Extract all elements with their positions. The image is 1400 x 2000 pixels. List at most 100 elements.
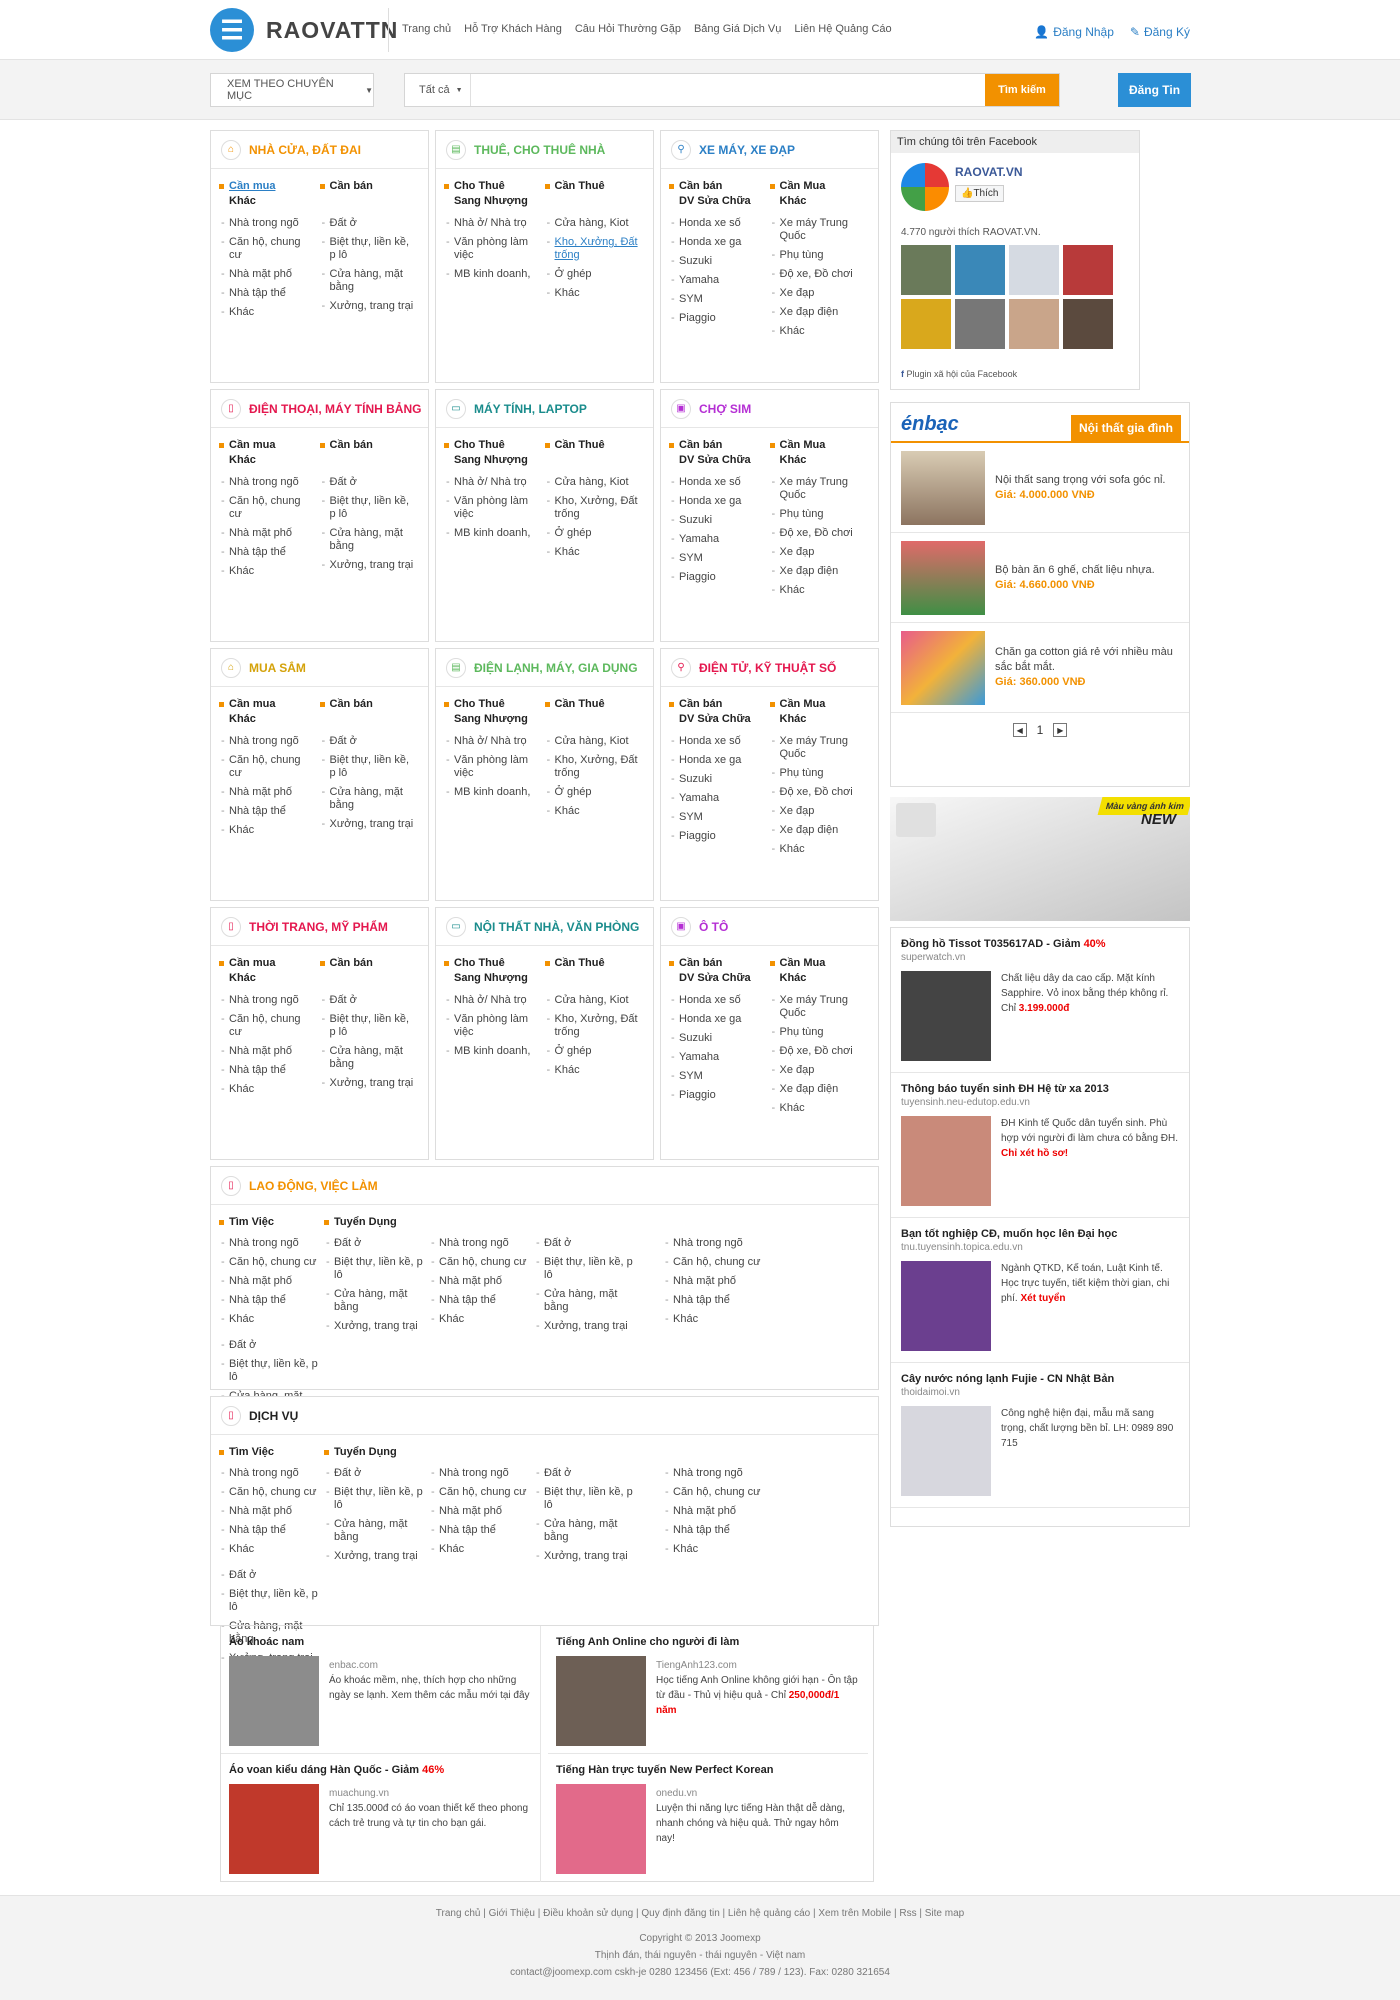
category-link[interactable]: Nhà mặt phố xyxy=(429,1505,528,1518)
next-arrow-icon[interactable]: ▶ xyxy=(1053,723,1068,737)
category-subhead[interactable]: Cần Mua xyxy=(770,177,865,195)
category-link[interactable]: Khác xyxy=(219,306,314,319)
category-link[interactable]: Xe máy Trung Quốc xyxy=(770,735,865,761)
category-title[interactable]: THUÊ, CHO THUÊ NHÀ xyxy=(474,143,605,157)
category-link[interactable]: Cửa hàng, mặt bằng xyxy=(534,1288,633,1314)
product-item[interactable]: Bộ bàn ăn 6 ghế, chất liệu nhựa. Giá: 4.6… xyxy=(891,533,1189,623)
avatar[interactable] xyxy=(955,245,1005,295)
category-link[interactable]: Khác xyxy=(219,565,314,578)
category-link[interactable]: MB kinh doanh, xyxy=(444,527,539,540)
category-link[interactable]: Xưởng, trang trại xyxy=(324,1550,423,1563)
footer-links[interactable]: Trang chủ | Giới Thiệu | Điều khoản sử d… xyxy=(0,1908,1400,1919)
category-link[interactable]: Xe đạp xyxy=(770,1064,865,1077)
ad-url[interactable]: TiengAnh123.com xyxy=(656,1658,860,1673)
category-link[interactable]: Ở ghép xyxy=(545,527,640,540)
category-link[interactable]: Xưởng, trang trại xyxy=(324,1320,423,1333)
product-image[interactable] xyxy=(901,630,985,705)
category-link[interactable]: Yamaha xyxy=(669,1051,764,1064)
category-link[interactable]: Xe đạp điện xyxy=(770,824,865,837)
category-subhead[interactable]: Cho Thuê xyxy=(444,177,539,195)
ad-url[interactable]: tnu.tuyensinh.topica.edu.vn xyxy=(901,1242,1179,1253)
ad-title[interactable]: Cây nước nóng lạnh Fujie - CN Nhật Bản xyxy=(901,1373,1179,1385)
product-name[interactable]: Bộ bàn ăn 6 ghế, chất liệu nhựa. xyxy=(995,563,1155,578)
category-link[interactable]: Biệt thự, liền kề, p lô xyxy=(320,1013,415,1039)
category-subhead[interactable]: Cần bán xyxy=(320,954,415,972)
avatar[interactable] xyxy=(1063,245,1113,295)
category-link[interactable]: Nhà mặt phố xyxy=(663,1505,762,1518)
category-subhead[interactable]: Cần Mua xyxy=(770,436,865,454)
category-link[interactable]: Văn phòng làm việc xyxy=(444,754,539,780)
category-subhead[interactable]: DV Sửa Chữa xyxy=(669,972,764,988)
category-link[interactable]: Độ xe, Đồ chơi xyxy=(770,786,865,799)
category-link[interactable]: Suzuki xyxy=(669,255,764,268)
category-link[interactable]: Biệt thự, liền kề, p lô xyxy=(534,1486,633,1512)
post-ad-button[interactable]: Đăng Tin xyxy=(1118,73,1191,107)
category-link[interactable]: Xưởng, trang trại xyxy=(320,1077,415,1090)
category-link[interactable]: Nhà trong ngõ xyxy=(219,1467,318,1480)
ad-title[interactable]: Áo voan kiểu dáng Hàn Quốc - Giảm 46% xyxy=(229,1764,532,1776)
category-link[interactable]: Xe đạp điện xyxy=(770,1083,865,1096)
ad-url[interactable]: superwatch.vn xyxy=(901,952,1179,963)
category-subhead[interactable]: Cần mua xyxy=(219,436,314,454)
category-link[interactable]: Biệt thự, liền kề, p lô xyxy=(320,754,415,780)
category-link[interactable]: Suzuki xyxy=(669,773,764,786)
ad-title[interactable]: Tiếng Anh Online cho người đi làm xyxy=(556,1636,860,1648)
category-title[interactable]: MÁY TÍNH, LAPTOP xyxy=(474,402,587,416)
category-link[interactable]: Nhà trong ngõ xyxy=(219,1237,318,1250)
ad-title[interactable]: Đồng hồ Tissot T035617AD - Giảm 40% xyxy=(901,938,1179,950)
ad-image[interactable] xyxy=(556,1784,646,1874)
category-link[interactable]: Căn hộ, chung cư xyxy=(219,1256,318,1269)
category-link[interactable]: Suzuki xyxy=(669,514,764,527)
ad-item[interactable]: Thông báo tuyển sinh ĐH Hệ từ xa 2013 tuy… xyxy=(891,1073,1189,1218)
category-link[interactable]: Nhà tập thể xyxy=(219,287,314,300)
category-subhead[interactable]: Cần mua xyxy=(219,954,314,972)
category-subhead[interactable]: Cần Thuê xyxy=(545,177,640,195)
prev-arrow-icon[interactable]: ◀ xyxy=(1012,723,1027,737)
category-subhead[interactable]: Cần bán xyxy=(669,695,764,713)
category-link[interactable]: Khác xyxy=(770,1102,865,1115)
category-subhead[interactable]: Cần mua xyxy=(219,695,314,713)
category-subhead[interactable]: Cho Thuê xyxy=(444,436,539,454)
category-link[interactable]: Biệt thự, liền kề, p lô xyxy=(219,1358,318,1384)
ad-item[interactable]: Bạn tốt nghiệp CĐ, muốn học lên Đại học t… xyxy=(891,1218,1189,1363)
category-link[interactable]: Căn hộ, chung cư xyxy=(219,1486,318,1499)
product-image[interactable] xyxy=(901,450,985,525)
category-link[interactable]: Yamaha xyxy=(669,274,764,287)
search-scope-select[interactable]: Tất cả ▼ xyxy=(405,74,471,106)
category-link[interactable]: Nhà mặt phố xyxy=(663,1275,762,1288)
ad-image[interactable] xyxy=(229,1784,319,1874)
category-link[interactable]: Khác xyxy=(545,1064,640,1077)
category-link[interactable]: Đất ở xyxy=(534,1237,633,1250)
category-link[interactable]: Nhà trong ngõ xyxy=(429,1237,528,1250)
category-link[interactable]: Cửa hàng, mặt bằng xyxy=(320,1045,415,1071)
category-link[interactable]: MB kinh doanh, xyxy=(444,1045,539,1058)
category-dropdown[interactable]: XEM THEO CHUYÊN MỤC ▼ xyxy=(210,73,374,107)
nav-link[interactable]: Liên Hệ Quảng Cáo xyxy=(794,23,891,35)
page-number[interactable]: 1 xyxy=(1037,723,1044,737)
ad-image[interactable] xyxy=(901,1261,991,1351)
category-link[interactable]: Biệt thự, liền kề, p lô xyxy=(320,236,415,262)
category-link[interactable]: Đất ở xyxy=(534,1467,633,1480)
category-link[interactable]: SYM xyxy=(669,552,764,565)
category-subhead[interactable]: DV Sửa Chữa xyxy=(669,454,764,470)
category-link[interactable]: Nhà trong ngõ xyxy=(663,1237,762,1250)
product-item[interactable]: Nội thất sang trọng với sofa góc nỉ. Giá:… xyxy=(891,443,1189,533)
category-subhead[interactable]: Cần bán xyxy=(669,177,764,195)
category-subhead[interactable]: Khác xyxy=(219,195,314,211)
category-link[interactable]: Phụ tùng xyxy=(770,1026,865,1039)
category-link[interactable]: Kho, Xưởng, Đất trống xyxy=(545,1013,640,1039)
category-link[interactable]: Biệt thự, liền kề, p lô xyxy=(324,1486,423,1512)
avatar[interactable] xyxy=(901,299,951,349)
category-link[interactable]: Cửa hàng, Kiot xyxy=(545,994,640,1007)
login-link[interactable]: 👤 Đăng Nhập xyxy=(1034,25,1114,39)
ad-url[interactable]: muachung.vn xyxy=(329,1786,532,1801)
category-subhead[interactable]: Cần Thuê xyxy=(545,695,640,713)
ad-title[interactable]: Tiếng Hàn trực tuyến New Perfect Korean xyxy=(556,1764,860,1776)
category-link[interactable]: MB kinh doanh, xyxy=(444,786,539,799)
category-link[interactable]: MB kinh doanh, xyxy=(444,268,539,281)
category-link[interactable]: Piaggio xyxy=(669,1089,764,1102)
category-link[interactable]: Độ xe, Đồ chơi xyxy=(770,268,865,281)
category-subhead[interactable]: Cần Mua xyxy=(770,695,865,713)
nav-link[interactable]: Hỗ Trợ Khách Hàng xyxy=(464,23,562,35)
category-link[interactable]: Honda xe số xyxy=(669,994,764,1007)
